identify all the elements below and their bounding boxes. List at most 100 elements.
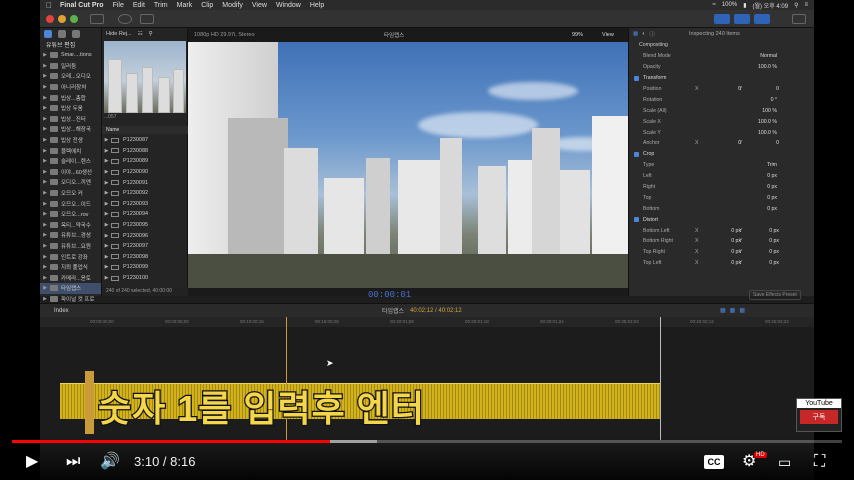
apple-icon[interactable]:  (46, 1, 52, 10)
progress-bar[interactable] (12, 440, 842, 443)
export-icon[interactable] (792, 14, 806, 24)
disclosure-triangle-icon[interactable]: ▶ (40, 222, 50, 228)
clip-row[interactable]: ▶ P1230087 (102, 135, 188, 146)
bottom-left-y-field[interactable]: 0 px (751, 228, 779, 234)
disclosure-triangle-icon[interactable]: ▶ (40, 84, 50, 90)
menu-trim[interactable]: Trim (154, 2, 168, 9)
clip-row[interactable]: ▶ P1230093 (102, 199, 188, 210)
import-icon[interactable] (90, 14, 104, 24)
library-event-item[interactable]: ▶ 오므오...이드 (40, 198, 101, 209)
volume-icon[interactable]: 🔊 (100, 452, 120, 472)
top-right-x-field[interactable]: 0 px (713, 249, 741, 255)
disclosure-triangle-icon[interactable]: ▶ (40, 232, 50, 238)
disclosure-triangle-icon[interactable]: ▶ (102, 222, 111, 228)
clip-row[interactable]: ▶ P1230089 (102, 156, 188, 167)
menu-view[interactable]: View (252, 2, 267, 9)
disclosure-triangle-icon[interactable]: ▶ (102, 137, 111, 143)
menu-list-icon[interactable]: ≡ (804, 2, 808, 8)
wifi-icon[interactable]: ≈ (713, 2, 716, 8)
clip-row[interactable]: ▶ P1230099 (102, 262, 188, 273)
bottom-right-y-field[interactable]: 0 px (751, 238, 779, 244)
bottom-right-x-field[interactable]: 0 px (713, 238, 741, 244)
library-event-item[interactable]: ▶ 빕상...해장국 (40, 124, 101, 135)
crop-checkbox[interactable] (634, 151, 639, 157)
crop-right-field[interactable]: 0 px (739, 184, 777, 190)
disclosure-triangle-icon[interactable]: ▶ (40, 201, 50, 207)
top-left-y-field[interactable]: 0 px (751, 260, 779, 266)
rotation-field[interactable]: 0 ° (739, 97, 777, 103)
clip-row[interactable]: ▶ P1230091 (102, 177, 188, 188)
video-inspector-icon[interactable]: ▩ (633, 31, 638, 37)
library-event-item[interactable]: ▶ 빕상 전생 (40, 135, 101, 146)
filter-popup[interactable]: Hide Rej... (106, 31, 132, 37)
disclosure-triangle-icon[interactable]: ▶ (40, 52, 50, 58)
library-event-item[interactable]: ▶ 오므오 커 (40, 188, 101, 199)
search-icon[interactable]: ⚲ (794, 2, 798, 9)
library-event-item[interactable]: ▶ 슬레이...렌스 (40, 156, 101, 167)
library-event-item[interactable]: ▶ 일러둠 (40, 61, 101, 72)
library-event-item[interactable]: ▶ 오디오...끼엔 (40, 177, 101, 188)
scale-all-field[interactable]: 100 % (739, 108, 777, 114)
disclosure-triangle-icon[interactable]: ▶ (40, 254, 50, 260)
save-effects-preset-button[interactable]: Save Effects Preset (749, 290, 801, 300)
disclosure-triangle-icon[interactable]: ▶ (40, 73, 50, 79)
list-header-name[interactable]: Name (102, 126, 188, 134)
scale-y-field[interactable]: 100.0 % (739, 130, 777, 136)
inspector-toggle-icon[interactable] (754, 14, 770, 24)
timeline-view-tools-icon[interactable]: ▦▦▦ (720, 307, 749, 314)
disclosure-triangle-icon[interactable]: ▶ (102, 254, 111, 260)
clip-row[interactable]: ▶ P1230100 (102, 273, 188, 284)
photos-tab-icon[interactable] (58, 30, 66, 38)
timeline-ruler[interactable]: 00:00:00;00 00:00:05;00 00:10:00;16 00:15:0… (40, 317, 814, 327)
distort-checkbox[interactable] (634, 217, 639, 223)
library-event-item[interactable]: ▶ 빕상 두움 (40, 103, 101, 114)
youtube-subscribe-badge[interactable]: YouTube 구독 (796, 398, 842, 432)
disclosure-triangle-icon[interactable]: ▶ (40, 190, 50, 196)
position-x-field[interactable]: 0 (713, 86, 741, 92)
crop-type-popup[interactable]: Trim (739, 162, 777, 168)
menu-window[interactable]: Window (276, 2, 301, 9)
menu-mark[interactable]: Mark (177, 2, 193, 9)
disclosure-triangle-icon[interactable]: ▶ (102, 148, 111, 154)
disclosure-triangle-icon[interactable]: ▶ (40, 243, 50, 249)
section-transform[interactable]: Transform (643, 75, 666, 81)
disclosure-triangle-icon[interactable]: ▶ (40, 264, 50, 270)
library-event-item[interactable]: ▶ 카메라...윤토 (40, 272, 101, 283)
disclosure-triangle-icon[interactable]: ▶ (40, 137, 50, 143)
transform-checkbox[interactable] (634, 75, 639, 81)
library-event-item[interactable]: ▶ 타임랩스 (40, 283, 101, 294)
viewer-timecode[interactable]: 00:00:01 (368, 290, 411, 300)
library-event-item[interactable]: ▶ 아니러창처 (40, 82, 101, 93)
bottom-left-x-field[interactable]: 0 px (713, 228, 741, 234)
opacity-field[interactable]: 100.0 % (739, 64, 777, 70)
anchor-y-field[interactable]: 0 (751, 140, 779, 146)
disclosure-triangle-icon[interactable]: ▶ (102, 233, 111, 239)
disclosure-triangle-icon[interactable]: ▶ (40, 275, 50, 281)
disclosure-triangle-icon[interactable]: ▶ (102, 169, 111, 175)
disclosure-triangle-icon[interactable]: ▶ (40, 285, 50, 291)
menu-app-name[interactable]: Final Cut Pro (60, 2, 104, 9)
clip-row[interactable]: ▶ P1230088 (102, 146, 188, 157)
library-event-item[interactable]: ▶ 유튜브...요원 (40, 241, 101, 252)
viewer-zoom-popup[interactable]: 99% (572, 32, 583, 38)
timeline-index-button[interactable]: Index (54, 308, 69, 314)
disclosure-triangle-icon[interactable]: ▶ (102, 211, 111, 217)
keyword-icon[interactable] (118, 14, 132, 24)
timeline-toggle-icon[interactable] (734, 14, 750, 24)
library-event-item[interactable]: ▶ 유튜브...경성 (40, 230, 101, 241)
clip-row[interactable]: ▶ P1230096 (102, 230, 188, 241)
browser-settings-icon[interactable]: ☷ (138, 31, 143, 37)
browser-search-icon[interactable]: ⚲ (149, 31, 153, 37)
fullscreen-icon[interactable]: ⛶ (814, 452, 825, 472)
crop-left-field[interactable]: 0 px (739, 173, 777, 179)
clock[interactable]: (월) 오후 4:09 (753, 1, 789, 10)
menu-clip[interactable]: Clip (201, 2, 213, 9)
library-event-item[interactable]: ▶ 이야...60생선 (40, 167, 101, 178)
disclosure-triangle-icon[interactable]: ▶ (102, 275, 111, 281)
disclosure-triangle-icon[interactable]: ▶ (40, 95, 50, 101)
disclosure-triangle-icon[interactable]: ▶ (40, 105, 50, 111)
blend-mode-popup[interactable]: Normal (739, 53, 777, 59)
library-event-item[interactable]: ▶ 오므오...rov (40, 209, 101, 220)
clip-row[interactable]: ▶ P1230095 (102, 220, 188, 231)
disclosure-triangle-icon[interactable]: ▶ (102, 264, 111, 270)
